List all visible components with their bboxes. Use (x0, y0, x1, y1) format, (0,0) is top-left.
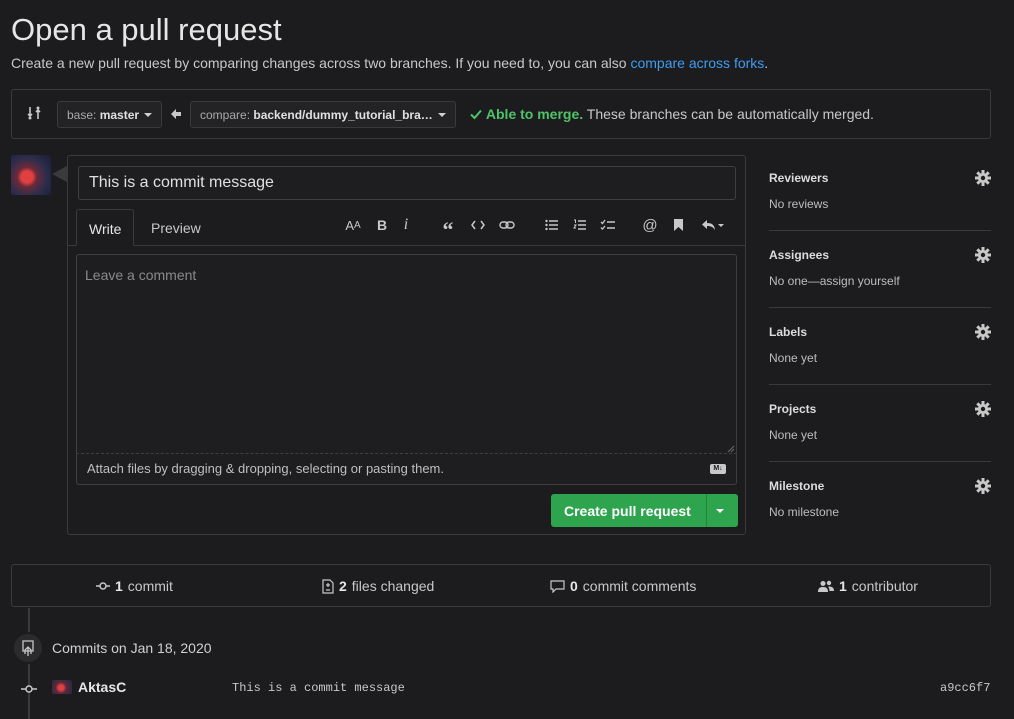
code-glyph (471, 220, 485, 230)
stat-contributors[interactable]: 1 contributor (818, 578, 918, 594)
task-list-icon[interactable] (597, 214, 619, 236)
sidebar-heading[interactable]: Milestone (769, 479, 824, 493)
sidebar-assignees: Assignees No one—assign yourself (769, 231, 991, 308)
attach-files-area[interactable]: Attach files by dragging & dropping, sel… (76, 454, 737, 485)
base-prefix: base: (67, 108, 97, 122)
file-diff-icon (322, 578, 334, 594)
italic-icon[interactable]: i (395, 214, 417, 236)
avatar[interactable] (11, 155, 51, 195)
files-label: files changed (351, 578, 435, 594)
compare-branch-name: backend/dummy_tutorial_bra… (253, 108, 433, 122)
commit-icon (96, 582, 110, 590)
sidebar-heading[interactable]: Reviewers (769, 171, 828, 185)
resize-handle-icon[interactable] (725, 443, 735, 453)
branch-compare-bar: base: master compare: backend/dummy_tuto… (11, 89, 991, 139)
merge-status: Able to merge. These branches can be aut… (470, 106, 874, 122)
merge-status-detail: These branches can be automatically merg… (586, 106, 874, 122)
commits-label: commit (127, 578, 173, 594)
task-list-glyph (600, 219, 615, 230)
check-icon (470, 109, 482, 120)
commit-sha[interactable]: a9cc6f7 (940, 681, 990, 695)
sidebar-value: None yet (769, 428, 818, 442)
contributors-count: 1 (839, 578, 847, 594)
button-divider (706, 494, 707, 527)
commit-author-avatar[interactable] (52, 680, 72, 694)
people-icon (818, 580, 834, 592)
commit-node-icon (21, 685, 37, 693)
comments-label: commit comments (582, 578, 697, 594)
subtitle-end: . (764, 55, 769, 71)
sidebar-value[interactable]: No one—assign yourself (769, 274, 900, 288)
contributors-label: contributor (851, 578, 918, 594)
caret-down-icon (437, 113, 446, 117)
quote-icon[interactable]: “ (437, 214, 459, 241)
stat-commit-comments[interactable]: 0 commit comments (550, 578, 696, 594)
pr-stats-bar: 1 commit 2 files changed 0 commit commen… (11, 564, 991, 607)
sidebar-value: None yet (769, 351, 818, 365)
subtitle-text: Create a new pull request by comparing c… (11, 55, 627, 71)
bullet-list-icon[interactable] (541, 214, 563, 236)
stat-commits[interactable]: 1 commit (96, 578, 173, 594)
saved-reply-icon[interactable] (667, 214, 689, 236)
sidebar-value: No milestone (769, 505, 840, 519)
commits-on-date: Commits on Jan 18, 2020 (52, 640, 212, 656)
reply-icon[interactable] (698, 214, 728, 236)
gear-icon[interactable] (975, 247, 991, 263)
sidebar-heading[interactable]: Projects (769, 402, 816, 416)
sidebar-value: No reviews (769, 197, 829, 211)
sidebar-milestone: Milestone No milestone (769, 462, 991, 539)
sidebar-heading[interactable]: Labels (769, 325, 807, 339)
pull-request-title-input[interactable] (78, 166, 736, 200)
caret-down-icon[interactable] (716, 509, 724, 513)
gear-icon[interactable] (975, 401, 991, 417)
tab-write[interactable]: Write (76, 209, 135, 246)
commit-author[interactable]: AktasC (78, 679, 126, 695)
commits-group-icon (12, 632, 44, 664)
reply-glyph (702, 220, 724, 230)
sidebar-projects: Projects None yet (769, 385, 991, 462)
gear-icon[interactable] (975, 478, 991, 494)
merge-status-label: Able to merge. (485, 106, 584, 122)
comment-pointer (52, 166, 67, 182)
commit-message[interactable]: This is a commit message (232, 681, 405, 695)
arrow-left-icon (171, 109, 181, 119)
code-icon[interactable] (467, 214, 489, 236)
create-pull-request-button[interactable]: Create pull request (551, 494, 738, 527)
mention-icon[interactable]: @ (639, 214, 661, 236)
bookmark-glyph (673, 219, 683, 231)
commits-count: 1 (115, 578, 123, 594)
compare-branch-select[interactable]: compare: backend/dummy_tutorial_bra… (190, 101, 456, 128)
numbered-list-glyph (573, 219, 586, 230)
sidebar-heading[interactable]: Assignees (769, 248, 829, 262)
sidebar-labels: Labels None yet (769, 308, 991, 385)
gear-icon[interactable] (975, 170, 991, 186)
sidebar-reviewers: Reviewers No reviews (769, 154, 991, 231)
bullet-list-glyph (545, 219, 558, 231)
text-size-icon[interactable]: AA (342, 214, 364, 236)
stat-files-changed[interactable]: 2 files changed (322, 578, 434, 594)
comments-count: 0 (570, 578, 578, 594)
files-count: 2 (339, 578, 347, 594)
page-subtitle: Create a new pull request by comparing c… (11, 55, 768, 71)
compare-across-forks-link[interactable]: compare across forks (630, 55, 764, 71)
compare-prefix: compare: (200, 108, 251, 122)
pull-request-form: Write Preview AA B i “ @ Leave a comment… (67, 155, 746, 535)
caret-down-icon (144, 113, 153, 117)
compare-arrows-icon (27, 106, 41, 120)
link-icon[interactable] (496, 214, 518, 236)
markdown-icon[interactable]: M↓ (710, 464, 726, 474)
numbered-list-icon[interactable] (569, 214, 591, 236)
attach-files-text: Attach files by dragging & dropping, sel… (87, 461, 444, 476)
base-branch-select[interactable]: base: master (57, 101, 163, 128)
comment-icon (550, 579, 565, 593)
base-branch-name: master (99, 108, 140, 122)
link-glyph (499, 221, 515, 229)
tab-preview[interactable]: Preview (139, 209, 213, 246)
repo-push-icon (22, 640, 34, 656)
gear-icon[interactable] (975, 324, 991, 340)
create-pull-request-label: Create pull request (564, 503, 691, 519)
page-title: Open a pull request (11, 12, 282, 47)
bold-icon[interactable]: B (371, 214, 393, 236)
comment-textarea[interactable]: Leave a comment (76, 254, 737, 454)
